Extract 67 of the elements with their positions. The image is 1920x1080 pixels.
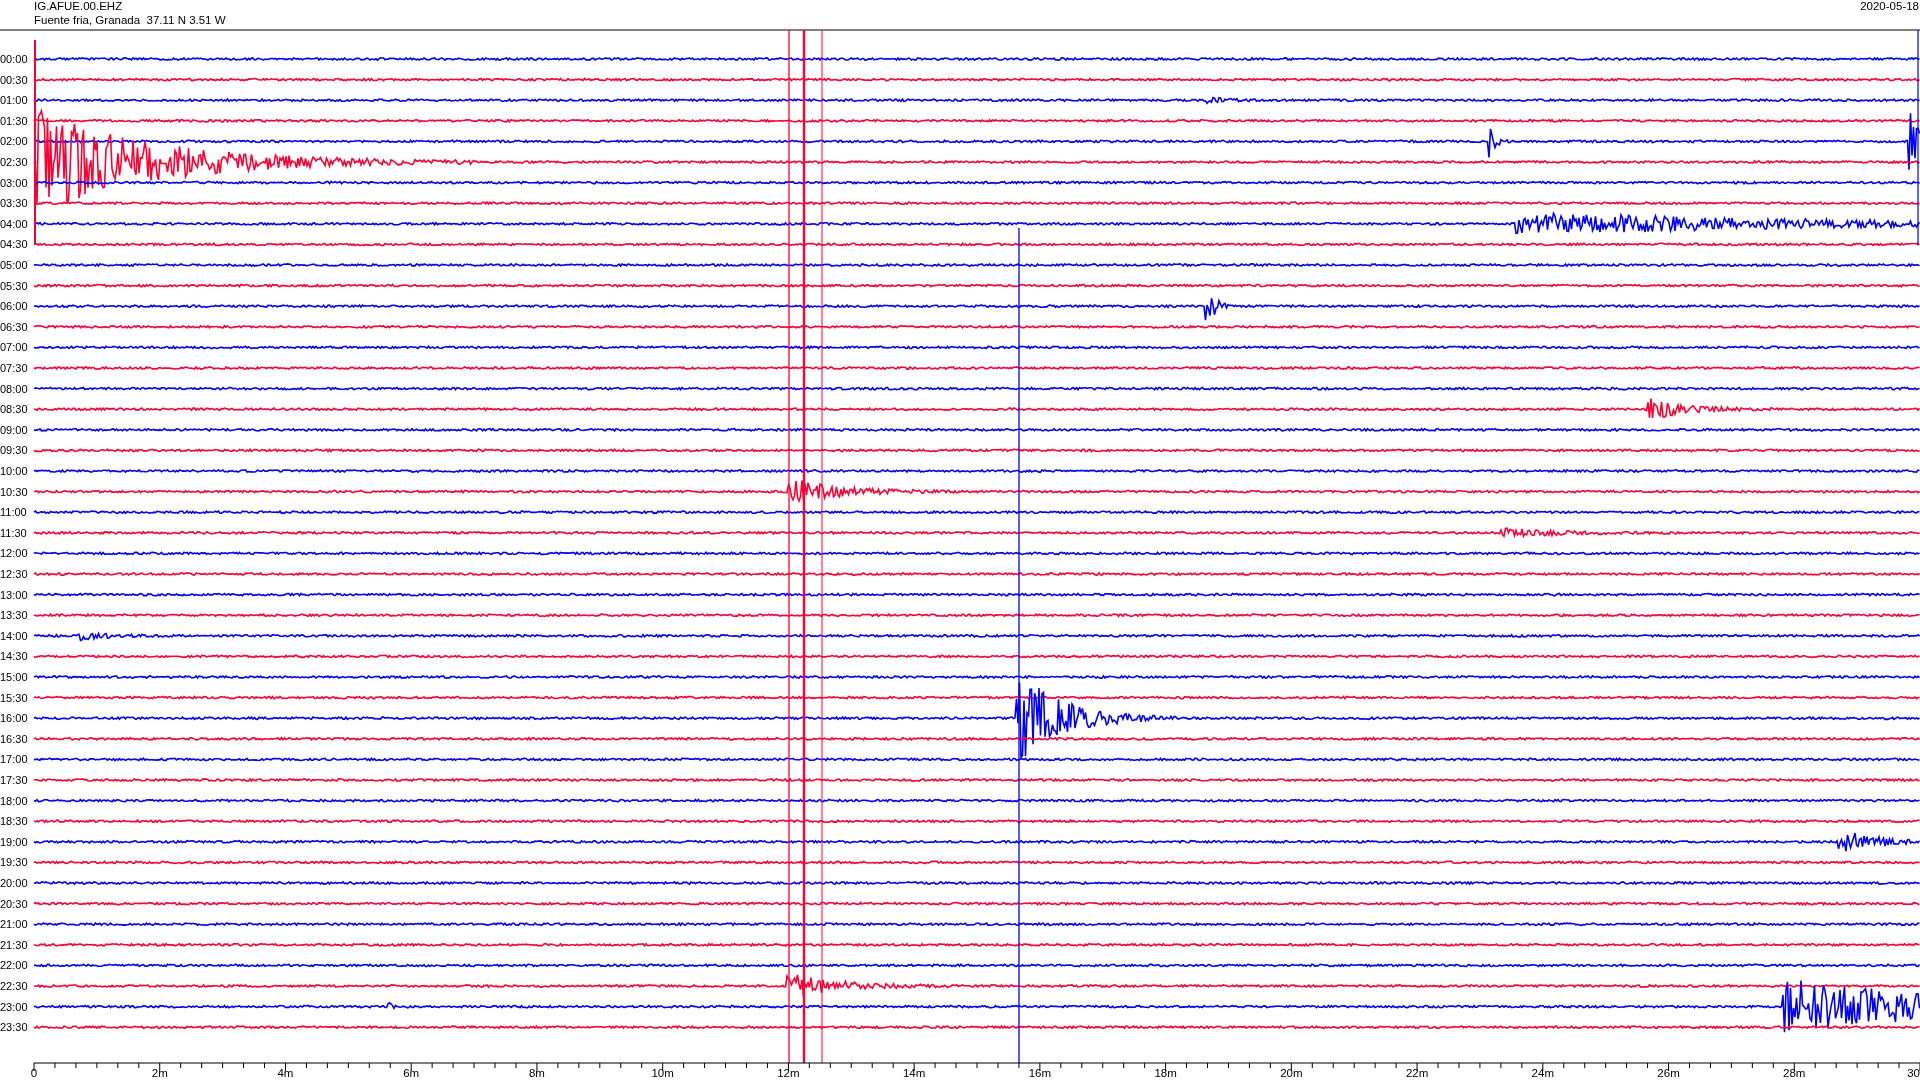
time-label: 03:00 (0, 176, 28, 189)
time-label: 20:30 (0, 897, 28, 910)
axis-label: 24m (1531, 1067, 1554, 1079)
axis-label: 22m (1405, 1067, 1429, 1079)
time-label: 21:00 (0, 918, 28, 931)
time-label: 06:30 (0, 320, 28, 333)
time-label: 14:00 (0, 629, 28, 642)
axis-label: 0 (30, 1067, 38, 1079)
time-label: 16:30 (0, 732, 28, 745)
axis-label: 6m (403, 1067, 420, 1079)
axis-label: 10m (651, 1067, 674, 1079)
station-code: IG.AFUE.00.EHZ (34, 0, 123, 12)
time-label: 02:30 (0, 156, 28, 168)
time-label: 10:30 (0, 485, 28, 498)
axis-label: 4m (277, 1067, 294, 1079)
axis-label: 28m (1783, 1067, 1806, 1079)
time-label: 12:30 (0, 568, 28, 580)
time-label: 10:00 (0, 465, 28, 477)
time-label: 19:00 (0, 835, 28, 848)
axis-label: 14m (902, 1067, 926, 1079)
axis-label: 16m (1028, 1067, 1052, 1079)
time-label: 19:30 (0, 856, 28, 869)
time-label: 18:30 (0, 815, 28, 828)
time-label: 08:00 (0, 382, 28, 395)
time-label: 17:30 (0, 774, 28, 786)
axis-label: 12m (777, 1067, 800, 1079)
time-label: 02:00 (0, 135, 28, 148)
plot-date: 2020-05-18 (1860, 0, 1919, 12)
time-label: 00:30 (0, 73, 28, 86)
axis-label: 26m (1657, 1067, 1680, 1079)
time-label: 03:30 (0, 197, 28, 210)
time-label: 15:30 (0, 691, 28, 704)
time-label: 08:30 (0, 403, 28, 416)
axis-label: 2m (151, 1067, 168, 1079)
time-label: 13:30 (0, 609, 28, 622)
time-label: 16:00 (0, 712, 28, 725)
axis-label: 20m (1280, 1067, 1303, 1079)
time-label: 05:00 (0, 259, 28, 271)
time-label: 23:00 (0, 1000, 28, 1013)
time-label: 13:00 (0, 588, 28, 601)
time-label: 14:30 (0, 650, 28, 663)
time-label: 21:30 (0, 938, 28, 951)
time-label: 11:30 (0, 526, 27, 539)
time-label: 04:30 (0, 238, 28, 251)
time-label: 15:00 (0, 671, 28, 683)
time-label: 07:30 (0, 362, 28, 374)
time-label: 22:00 (0, 959, 28, 972)
time-label: 18:00 (0, 794, 28, 807)
time-label: 06:00 (0, 300, 28, 313)
time-label: 09:00 (0, 423, 28, 436)
time-label: 17:00 (0, 753, 28, 766)
time-label: 23:30 (0, 1021, 28, 1034)
axis-label: 8m (528, 1067, 545, 1079)
time-label: 11:00 (0, 506, 27, 519)
time-label: 01:00 (0, 94, 28, 107)
axis-label: 30 (1907, 1067, 1920, 1079)
time-label: 12:00 (0, 547, 28, 560)
time-label: 20:00 (0, 877, 28, 889)
time-label: 09:30 (0, 444, 28, 457)
station-location: Fuente fria, Granada 37.11 N 3.51 W (34, 14, 226, 26)
time-label: 05:30 (0, 279, 28, 292)
time-label: 01:30 (0, 114, 28, 127)
axis-label: 18m (1154, 1067, 1177, 1079)
time-label: 22:30 (0, 980, 28, 992)
time-label: 07:00 (0, 341, 28, 354)
time-label: 00:00 (0, 53, 28, 65)
time-label: 04:00 (0, 217, 28, 230)
